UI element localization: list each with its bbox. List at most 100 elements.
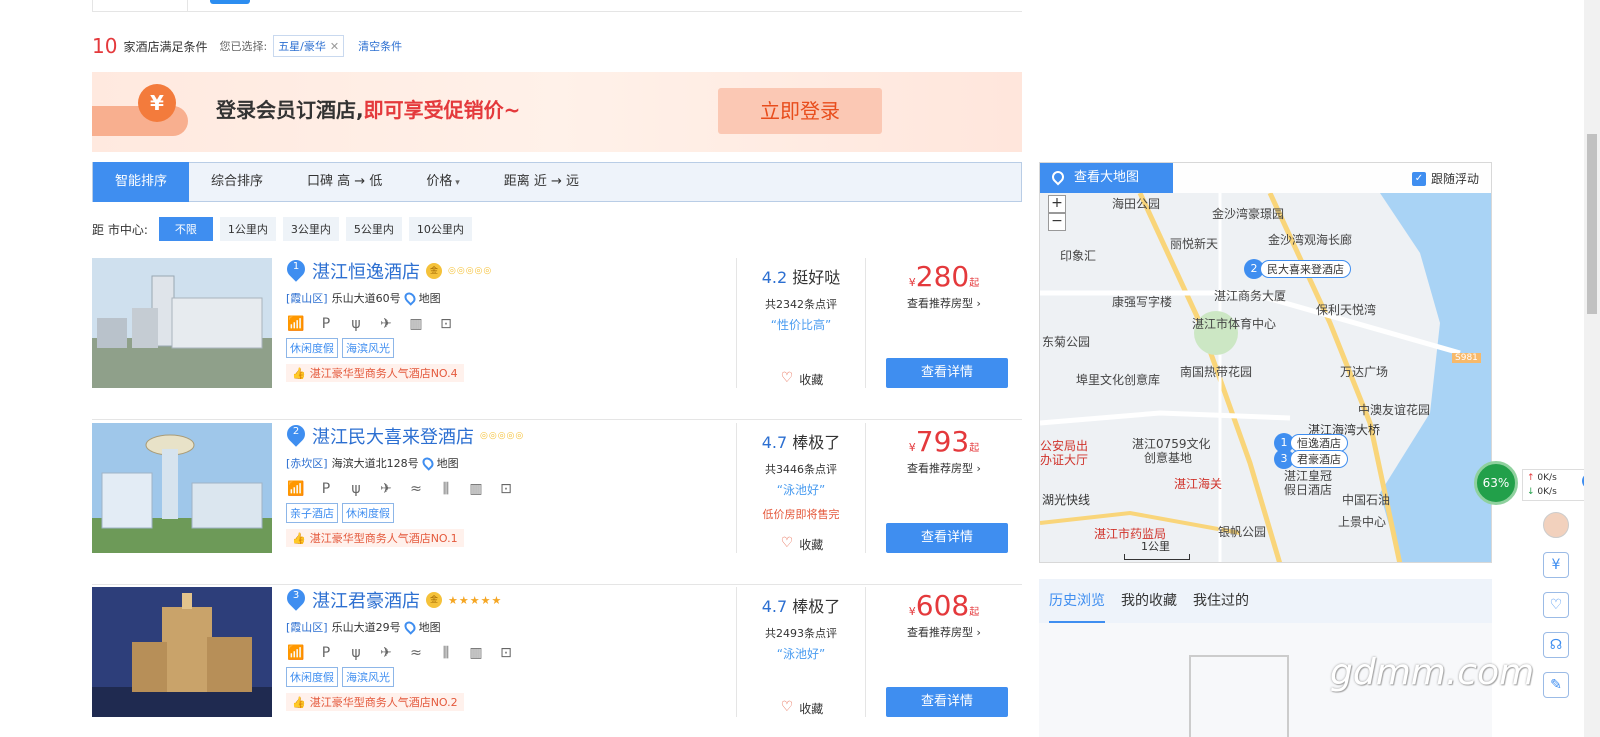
zoom-out-button[interactable]: − — [1048, 213, 1066, 231]
gold-medal-icon: 金 — [426, 592, 442, 608]
hotel-photo[interactable] — [92, 587, 272, 717]
map-label: 康强写字楼 — [1112, 295, 1173, 309]
hotel-tag[interactable]: 海滨风光 — [342, 667, 394, 687]
recommended-rooms-link[interactable]: 查看推荐房型 › — [866, 624, 1022, 640]
map-pin-icon — [1049, 168, 1067, 186]
parking-icon: P — [321, 645, 331, 661]
avatar[interactable] — [1543, 512, 1569, 538]
hotel-tag[interactable]: 亲子酒店 — [286, 503, 338, 523]
popularity-rank-text: 湛江豪华型商务人气酒店NO.4 — [309, 367, 458, 380]
district-link[interactable]: [赤坎区] — [286, 455, 328, 471]
airport-shuttle-icon: ✈ — [380, 316, 392, 332]
map-pin-icon[interactable] — [401, 290, 418, 306]
thumbs-up-icon: 👍 — [292, 366, 306, 380]
page-scrollbar[interactable] — [1584, 0, 1600, 737]
restaurant-icon: ψ — [351, 645, 361, 661]
zoom-in-button[interactable]: + — [1048, 195, 1066, 213]
map-hotel-pin[interactable]: 2 民大喜来登酒店 — [1244, 259, 1351, 279]
distance-option-10km[interactable]: 10公里内 — [408, 217, 472, 241]
hotel-tag[interactable]: 休闲度假 — [286, 667, 338, 687]
building-icon: ▥ — [469, 481, 483, 497]
facility-icons: 📶 P ψ ✈ ▥ ⊡ — [286, 316, 806, 332]
map-hotel-pin[interactable]: 3 君豪酒店 — [1274, 449, 1348, 469]
gold-medal-icon: 金 — [426, 263, 442, 279]
wifi-icon: 📶 — [287, 316, 305, 332]
sort-overall[interactable]: 综合排序 — [189, 162, 285, 202]
view-details-button[interactable]: 查看详情 — [886, 523, 1008, 553]
hotel-tag[interactable]: 休闲度假 — [342, 503, 394, 523]
district-link[interactable]: [霞山区] — [286, 619, 328, 635]
heart-icon[interactable]: ♡ — [1543, 592, 1569, 618]
favorite-button[interactable]: ♡ 收藏 — [737, 536, 867, 553]
login-button[interactable]: 立即登录 — [718, 88, 882, 134]
heart-icon: ♡ — [780, 370, 794, 386]
hotel-info: 2 湛江民大喜来登酒店 ◎◎◎◎◎ [赤坎区] 海滨大道北128号 地图 📶 P… — [283, 421, 806, 547]
distance-option-3km[interactable]: 3公里内 — [282, 217, 339, 241]
hotel-name[interactable]: 湛江君豪酒店 — [312, 587, 420, 613]
view-details-button[interactable]: 查看详情 — [886, 358, 1008, 388]
favorite-button[interactable]: ♡ 收藏 — [737, 371, 867, 388]
tab-stayed[interactable]: 我住过的 — [1193, 579, 1249, 623]
result-count: 10 — [92, 34, 118, 58]
recommended-rooms-link[interactable]: 查看推荐房型 › — [866, 295, 1022, 311]
upload-arrow-icon: ↑ — [1527, 473, 1538, 483]
hotel-map[interactable]: 查看大地图 ✓ 跟随浮动 + − 海田公园 金沙湾豪璟园 丽悦新天 金沙湾观海长… — [1039, 162, 1492, 563]
remove-filter-icon[interactable]: ✕ — [330, 40, 339, 53]
popularity-rank-text: 湛江豪华型商务人气酒店NO.2 — [309, 696, 458, 709]
review-count[interactable]: 共2342条点评 — [737, 296, 865, 312]
hotel-name[interactable]: 湛江民大喜来登酒店 — [312, 423, 474, 449]
map-pin-icon[interactable] — [419, 455, 436, 471]
distance-option-1km[interactable]: 1公里内 — [219, 217, 276, 241]
map-label: 假日酒店 — [1284, 483, 1333, 497]
distance-option-5km[interactable]: 5公里内 — [345, 217, 402, 241]
hotel-tag[interactable]: 休闲度假 — [286, 338, 338, 358]
download-arrow-icon: ↓ — [1527, 487, 1538, 497]
rank-pin-icon: 2 — [283, 421, 309, 447]
map-pin-icon[interactable] — [401, 619, 418, 635]
review-count[interactable]: 共3446条点评 — [737, 461, 865, 477]
review-count[interactable]: 共2493条点评 — [737, 625, 865, 641]
street-address: 乐山大道60号 — [331, 292, 401, 305]
district-link[interactable]: [霞山区] — [286, 290, 328, 306]
recommended-rooms-link[interactable]: 查看推荐房型 › — [866, 460, 1022, 476]
network-monitor-widget[interactable]: 63% ↑ 0K/s ↓ 0K/s + — [1474, 461, 1600, 509]
clear-filters-link[interactable]: 清空条件 — [358, 38, 402, 54]
price: ¥608起 — [908, 589, 980, 622]
tab-history[interactable]: 历史浏览 — [1049, 579, 1105, 623]
sort-price-label: 价格 — [426, 174, 453, 189]
hotel-photo[interactable] — [92, 258, 272, 388]
coupon-icon[interactable]: ¥ — [1543, 552, 1569, 578]
highway-badge: S981 — [1452, 353, 1481, 363]
map-label: 湛江海关 — [1174, 477, 1223, 491]
popularity-rank: 👍 湛江豪华型商务人气酒店NO.1 — [286, 529, 464, 547]
map-link[interactable]: 地图 — [419, 290, 441, 306]
filter-summary: 10 家酒店满足条件 您已选择: 五星/豪华 ✕ 清空条件 — [92, 34, 402, 58]
distance-label: 距 市中心: — [92, 222, 148, 237]
facility-icons: 📶 P ψ ✈ ≈ ⫼ ▥ ⊡ — [286, 645, 806, 661]
map-link[interactable]: 地图 — [437, 455, 459, 471]
edit-feedback-icon[interactable]: ✎ — [1543, 672, 1569, 698]
checkbox-checked-icon[interactable]: ✓ — [1411, 171, 1426, 186]
sort-rating[interactable]: 口碑 高 → 低 — [285, 162, 404, 202]
hotel-tag[interactable]: 海滨风光 — [342, 338, 394, 358]
heart-icon: ♡ — [780, 535, 794, 551]
chosen-filter-tag[interactable]: 五星/豪华 ✕ — [273, 35, 345, 57]
hotel-photo[interactable] — [92, 423, 272, 553]
view-large-map-button[interactable]: 查看大地图 — [1040, 163, 1173, 193]
sort-smart[interactable]: 智能排序 — [93, 161, 190, 202]
map-link[interactable]: 地图 — [419, 619, 441, 635]
scrollbar-thumb[interactable] — [1587, 134, 1597, 314]
top-filter-tab[interactable] — [92, 0, 188, 12]
sort-distance[interactable]: 距离 近 → 远 — [482, 162, 601, 202]
top-active-indicator — [210, 0, 250, 4]
price-column: ¥280起 查看推荐房型 › 查看详情 — [866, 258, 1022, 388]
tab-favorites[interactable]: 我的收藏 — [1121, 579, 1177, 623]
distance-option-any[interactable]: 不限 — [158, 217, 213, 241]
review-highlight: “性价比高” — [770, 318, 832, 332]
view-details-button[interactable]: 查看详情 — [886, 687, 1008, 717]
customer-service-icon[interactable]: ☊ — [1543, 632, 1569, 658]
sort-price[interactable]: 价格 ▾ — [404, 162, 481, 202]
follow-scroll-toggle[interactable]: ✓ 跟随浮动 — [1411, 170, 1479, 187]
hotel-name[interactable]: 湛江恒逸酒店 — [312, 258, 420, 284]
favorite-button[interactable]: ♡ 收藏 — [737, 700, 867, 717]
